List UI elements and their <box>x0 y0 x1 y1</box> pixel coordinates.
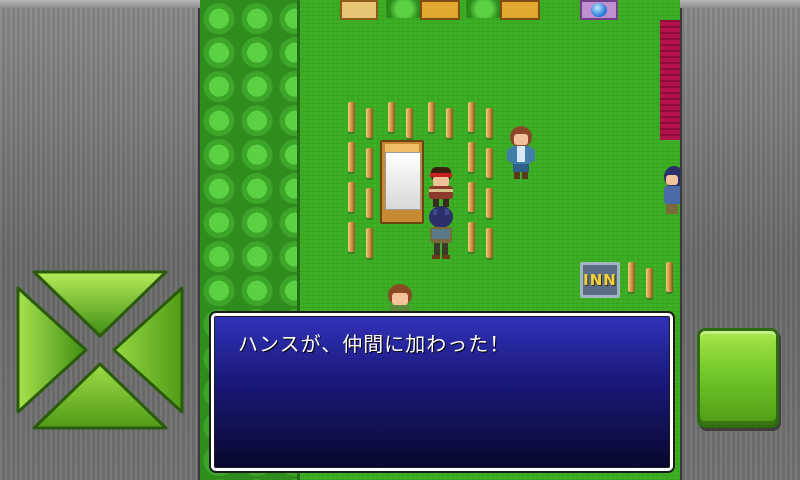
bush <box>466 0 502 18</box>
treasure-chest[interactable] <box>420 0 460 20</box>
fence-post <box>468 142 475 172</box>
dialog-message: ハンスが、仲間に加わった！ <box>238 332 511 356</box>
player-hero-sprite[interactable] <box>422 205 460 261</box>
inn-sign[interactable]: INN <box>580 262 620 298</box>
fence-post <box>468 102 475 132</box>
fence-post <box>468 182 475 212</box>
bed-sheet <box>385 152 421 210</box>
dpad-arrows-icon <box>16 270 184 430</box>
fence-post <box>388 102 395 132</box>
fence-post <box>366 148 373 178</box>
weapon-shop-sign <box>340 0 378 20</box>
fence-post <box>628 262 635 292</box>
fence-post <box>486 108 493 138</box>
crystal-orb-icon[interactable] <box>580 0 618 20</box>
fence-post <box>348 182 355 212</box>
villager-edge-sprite[interactable] <box>660 165 680 217</box>
fence-post <box>366 228 373 258</box>
fence-post <box>486 188 493 218</box>
fence-post <box>348 222 355 252</box>
fence-post <box>406 108 413 138</box>
fence-post <box>666 262 673 292</box>
building-wall <box>660 20 680 140</box>
treasure-chest[interactable] <box>500 0 540 20</box>
fence-post <box>428 102 435 132</box>
right-top-bar <box>680 0 800 8</box>
bush <box>386 0 422 18</box>
fence-post <box>446 108 453 138</box>
fence-post <box>646 268 653 298</box>
fence-post <box>348 142 355 172</box>
fence-post <box>486 148 493 178</box>
action-button[interactable] <box>697 328 779 428</box>
fence-post <box>468 222 475 252</box>
fence-post <box>366 108 373 138</box>
villager-woman-sprite[interactable] <box>503 125 539 181</box>
fence-post <box>486 228 493 258</box>
fence-post <box>366 188 373 218</box>
bed[interactable] <box>380 140 424 224</box>
villager-man-sprite[interactable] <box>383 283 417 313</box>
inn-sign-text: INN <box>583 271 617 289</box>
message-window[interactable]: ハンスが、仲間に加わった！ <box>211 313 673 471</box>
npc-hans-sprite[interactable] <box>422 165 460 209</box>
fence-post <box>348 102 355 132</box>
left-top-bar <box>0 0 200 8</box>
